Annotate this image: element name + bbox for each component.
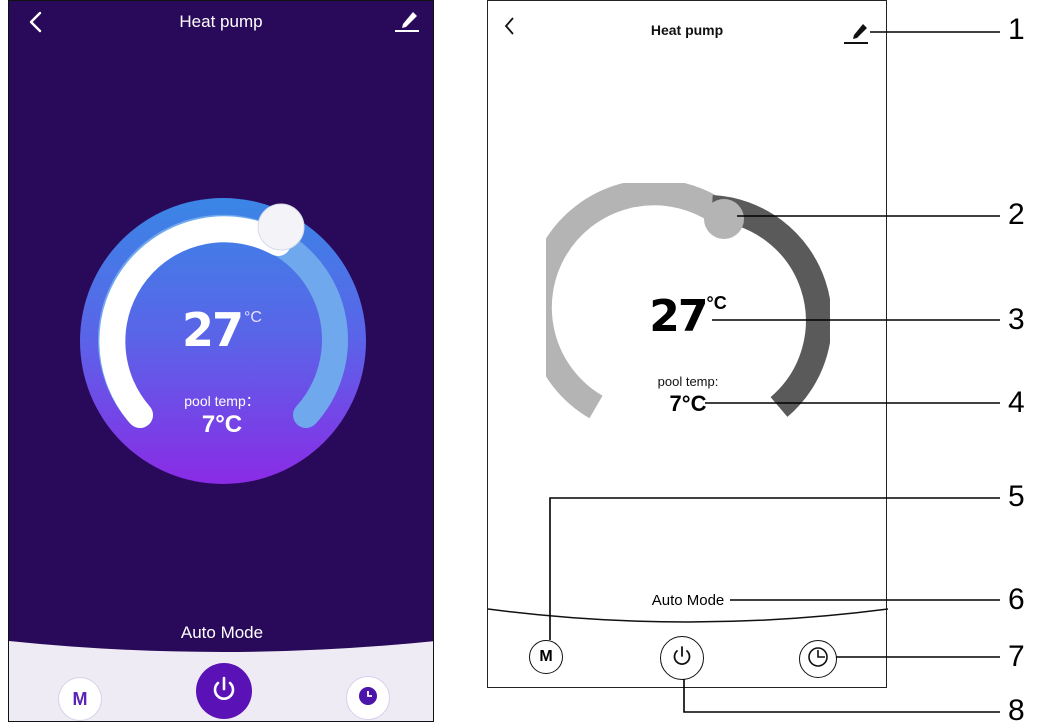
timer-button[interactable]	[799, 640, 837, 678]
edit-pen-icon[interactable]	[393, 9, 421, 35]
mode-button[interactable]: M	[529, 640, 563, 674]
timer-button[interactable]	[346, 676, 390, 720]
pool-temp-label: pool temp:	[657, 374, 719, 389]
callout-7: 7	[1008, 640, 1025, 673]
set-temperature-unit: °C	[706, 293, 727, 313]
app-screen-color: Heat pump 27 °C pool temp： 7°C Auto Mode …	[8, 0, 434, 722]
page-title: Heat pump	[179, 12, 263, 31]
app-screen-diagram: Heat pump 27°C pool temp: 7°C Auto Mode …	[487, 0, 888, 688]
clock-icon	[358, 686, 378, 711]
callout-1: 1	[1008, 13, 1025, 46]
callout-8: 8	[1008, 694, 1025, 727]
top-bar: Heat pump	[9, 1, 433, 45]
callout-4: 4	[1008, 386, 1025, 419]
pool-temp-value: 7°C	[201, 411, 243, 438]
power-icon	[209, 674, 239, 709]
mode-label: Auto Mode	[180, 623, 264, 642]
dial-slider-knob[interactable]	[257, 203, 305, 251]
callout-3: 3	[1008, 303, 1025, 336]
set-temperature: 27°C	[9, 303, 433, 357]
callout-6: 6	[1008, 583, 1025, 616]
bottom-panel-divider	[488, 608, 888, 623]
set-temperature: 27°C	[488, 291, 888, 342]
edit-pen-icon[interactable]	[842, 19, 874, 45]
power-icon	[670, 644, 694, 673]
callout-5: 5	[1008, 480, 1025, 513]
mode-button[interactable]: M	[58, 677, 102, 721]
page-title: Heat pump	[650, 22, 724, 38]
clock-icon	[806, 645, 830, 674]
power-button[interactable]	[196, 663, 252, 719]
power-button[interactable]	[660, 636, 704, 680]
pool-temp-label: pool temp：	[184, 393, 260, 409]
set-temperature-unit: °C	[244, 309, 262, 326]
set-temperature-value: 27	[182, 303, 244, 357]
pool-temp-value: 7°C	[669, 391, 707, 416]
mode-button-label: M	[72, 688, 88, 709]
mode-button-label: M	[539, 648, 553, 665]
dial-slider-knob[interactable]	[704, 199, 744, 239]
set-temperature-value: 27	[649, 291, 708, 342]
callout-2: 2	[1008, 198, 1025, 231]
